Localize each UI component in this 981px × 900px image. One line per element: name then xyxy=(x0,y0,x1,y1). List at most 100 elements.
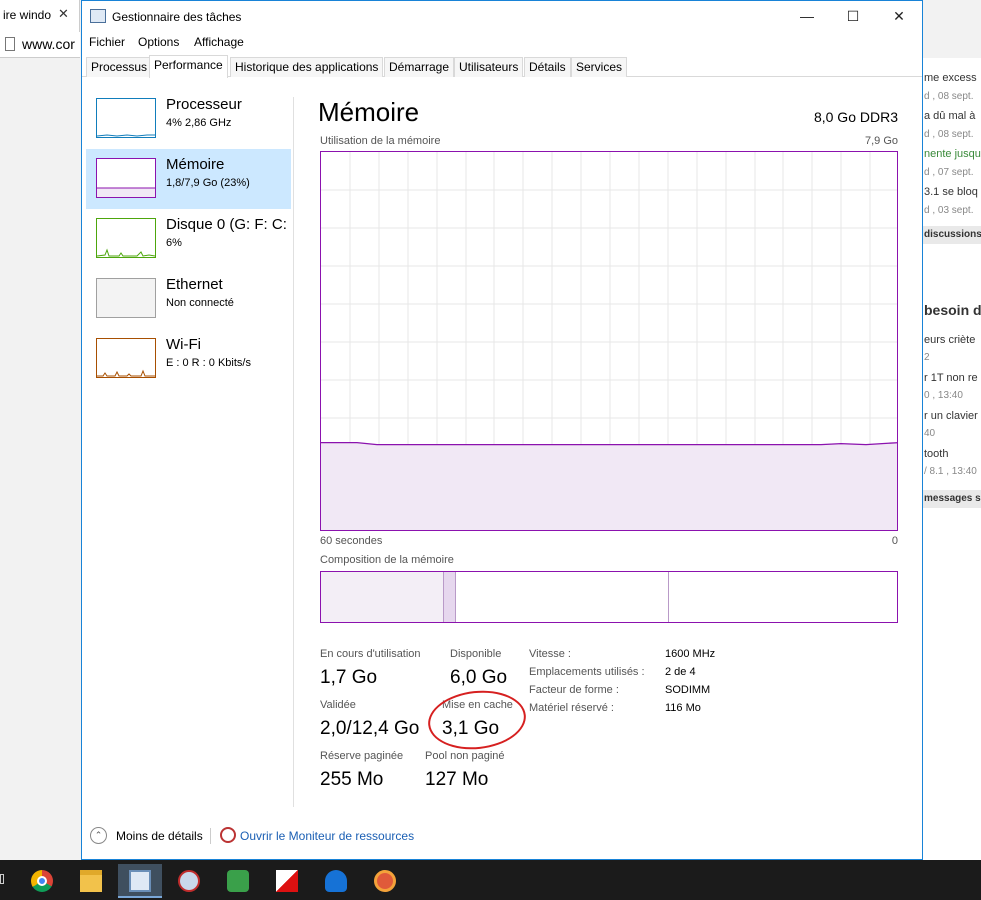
resource-monitor-icon xyxy=(220,827,236,843)
paged-pool-label: Réserve paginée xyxy=(320,750,404,762)
taskbar-malwarebytes-button[interactable] xyxy=(314,864,358,898)
thumbnail-graph-svg xyxy=(96,134,155,137)
background-text: nente jusqu xyxy=(924,148,981,160)
memory-usage-area xyxy=(321,442,897,530)
taskbar-ccleaner-button[interactable] xyxy=(363,864,407,898)
taskbar-sync-app-button[interactable] xyxy=(216,864,260,898)
background-text: d , 08 sept. xyxy=(924,129,974,140)
sidebar-thumbnail-graph xyxy=(96,338,156,378)
background-text: besoin d xyxy=(924,302,981,318)
graph-time-left: 60 secondes xyxy=(320,535,383,547)
browser-tab-close-icon[interactable]: ✕ xyxy=(58,6,69,22)
background-text: messages sa xyxy=(922,490,981,508)
page-icon xyxy=(5,37,15,51)
background-text: r 1T non re xyxy=(924,372,978,384)
background-text: 40 xyxy=(924,428,936,439)
menu-affichage[interactable]: Affichage xyxy=(194,35,244,49)
tab-demarrage[interactable]: Démarrage xyxy=(384,57,455,77)
page-title: Mémoire xyxy=(318,97,420,127)
highlight-circle xyxy=(425,686,529,754)
taskbar-snipping-tool-button[interactable] xyxy=(167,864,211,898)
browser-page-right: me excess d , 08 sept. a dû mal à d , 08 se… xyxy=(922,58,981,860)
detail-value: 116 Mo xyxy=(665,702,701,714)
fewer-details-button[interactable]: Moins de détails xyxy=(116,829,203,843)
browser-address-text: www.cor xyxy=(22,36,75,52)
background-text: 3.1 se bloq xyxy=(924,186,978,198)
taskbar-task-manager-button[interactable] xyxy=(118,864,162,898)
sidebar-divider xyxy=(293,97,294,807)
minimize-button[interactable]: — xyxy=(784,1,830,32)
composition-modified xyxy=(444,572,456,622)
committed-value: 2,0/12,4 Go xyxy=(320,718,420,739)
background-text: 0 , 13:40 xyxy=(924,390,963,401)
background-text: discussions xyxy=(922,226,981,244)
sidebar-item-disque[interactable]: Disque 0 (G: F: C: D 6% xyxy=(86,209,291,269)
chevron-up-icon[interactable]: ⌃ xyxy=(90,827,107,844)
sidebar-item-value: Non connecté xyxy=(166,297,234,309)
detail-value: 1600 MHz xyxy=(665,648,716,660)
task-manager-icon xyxy=(129,870,151,892)
title-bar[interactable]: Gestionnaire des tâches — ☐ ✕ xyxy=(82,1,922,32)
detail-label: Emplacements utilisés : xyxy=(529,666,645,678)
nonpaged-pool-label: Pool non paginé xyxy=(425,750,505,762)
background-text: d , 07 sept. xyxy=(924,167,974,178)
close-button[interactable]: ✕ xyxy=(876,1,922,32)
sidebar-thumbnail-graph xyxy=(96,158,156,198)
paged-pool-value: 255 Mo xyxy=(320,769,384,790)
background-text: d , 03 sept. xyxy=(924,205,974,216)
thumbnail-graph-svg xyxy=(97,279,155,317)
tab-processus[interactable]: Processus xyxy=(86,57,153,77)
available-label: Disponible xyxy=(450,648,502,660)
sidebar-item-label: Mémoire xyxy=(166,156,225,173)
tab-historique[interactable]: Historique des applications xyxy=(230,57,384,77)
taskbar-explorer-button[interactable] xyxy=(69,864,113,898)
thumbnail-graph-svg xyxy=(97,369,155,377)
maximize-button[interactable]: ☐ xyxy=(830,1,876,32)
thumbnail-graph-svg xyxy=(97,187,155,197)
sidebar-item-ethernet[interactable]: Ethernet Non connecté xyxy=(86,269,291,329)
footer-bar: ⌃ Moins de détails Ouvrir le Moniteur de… xyxy=(82,821,922,851)
resource-monitor-link[interactable]: Ouvrir le Moniteur de ressources xyxy=(240,829,414,843)
menu-bar: Fichier Options Affichage xyxy=(82,32,922,54)
background-text: r un clavier xyxy=(924,410,978,422)
composition-in-use xyxy=(321,572,444,622)
sidebar-item-label: Processeur xyxy=(166,96,242,113)
graph-time-right: 0 xyxy=(891,535,898,547)
window-title: Gestionnaire des tâches xyxy=(112,10,242,24)
browser-address-bar[interactable]: www.cor xyxy=(0,32,80,58)
sidebar-item-memoire[interactable]: Mémoire 1,8/7,9 Go (23%) xyxy=(86,149,291,209)
menu-fichier[interactable]: Fichier xyxy=(89,35,125,49)
wifi-thumb-line xyxy=(97,369,155,377)
thumbnail-graph-svg xyxy=(96,248,156,257)
memory-thumb-fill xyxy=(97,188,155,197)
sidebar-item-processeur[interactable]: Processeur 4% 2,86 GHz xyxy=(86,89,291,149)
background-text: 2 xyxy=(924,352,930,363)
cpu-thumb-line xyxy=(96,134,155,137)
tab-utilisateurs[interactable]: Utilisateurs xyxy=(454,57,524,77)
menu-options[interactable]: Options xyxy=(138,35,179,49)
sidebar-item-label: Wi-Fi xyxy=(166,336,201,353)
detail-label: Matériel réservé : xyxy=(529,702,614,714)
background-text: d , 08 sept. xyxy=(924,91,974,102)
tab-details[interactable]: Détails xyxy=(524,57,571,77)
tab-performance[interactable]: Performance xyxy=(149,55,228,78)
taskbar-kaspersky-button[interactable] xyxy=(265,864,309,898)
usage-graph-max: 7,9 Go xyxy=(864,135,898,147)
detail-value: SODIMM xyxy=(665,684,711,696)
available-value: 6,0 Go xyxy=(450,667,508,688)
sidebar-item-wifi[interactable]: Wi-Fi E : 0 R : 0 Kbits/s xyxy=(86,329,291,389)
composition-free xyxy=(669,572,897,622)
detail-label: Vitesse : xyxy=(529,648,571,660)
memory-panel: Mémoire 8,0 Go DDR3 Utilisation de la mé… xyxy=(314,77,904,807)
chrome-icon xyxy=(31,870,53,892)
chrome-center-icon xyxy=(37,876,47,886)
task-manager-window: Gestionnaire des tâches — ☐ ✕ Fichier Op… xyxy=(81,0,923,860)
memory-details: Vitesse : 1600 MHz Emplacements utilisés :… xyxy=(529,648,769,728)
tab-services[interactable]: Services xyxy=(571,57,628,77)
sidebar-item-value: 4% 2,86 GHz xyxy=(166,117,232,129)
browser-tab-title: ire windo xyxy=(3,8,52,22)
footer-divider xyxy=(210,828,211,844)
browser-page-left xyxy=(0,58,80,858)
taskbar-chrome-button[interactable] xyxy=(20,864,64,898)
memory-usage-chart xyxy=(321,152,897,530)
